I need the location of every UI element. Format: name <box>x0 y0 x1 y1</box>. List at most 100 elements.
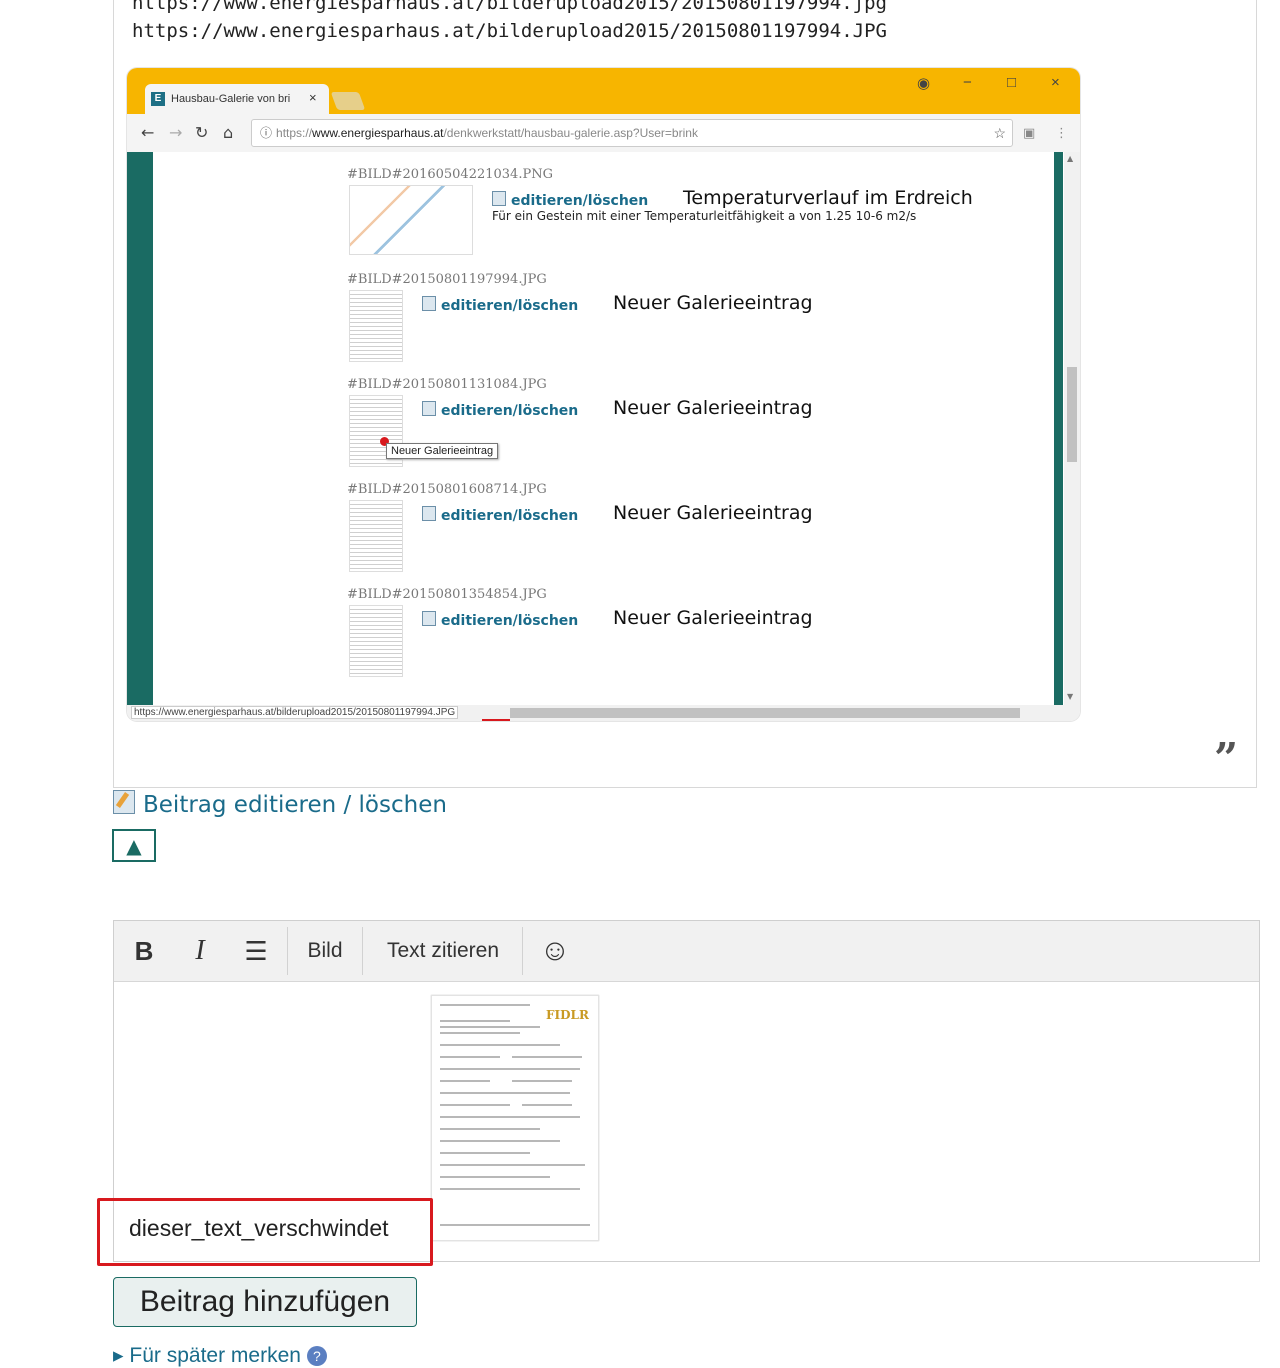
entry-edit-label: editieren/löschen <box>511 193 649 209</box>
entry-edit-link: editieren/löschen <box>422 611 578 629</box>
entry-thumbnail <box>349 500 403 572</box>
pen-icon <box>422 296 436 311</box>
quote-mark-icon: ” <box>1214 734 1239 783</box>
entry-edit-label: editieren/löschen <box>441 403 579 419</box>
doc-line <box>522 1104 572 1106</box>
gallery-entry: #BILD#20150801354854.JPG editieren/lösch… <box>347 587 1047 692</box>
help-icon[interactable]: ? <box>306 1346 327 1366</box>
window-close-icon: × <box>1051 74 1060 91</box>
embedded-screenshot: E Hausbau-Galerie von bri × ◉ − □ × ← → … <box>127 68 1080 721</box>
pen-icon <box>492 191 506 206</box>
entry-edit-label: editieren/löschen <box>441 613 579 629</box>
doc-line <box>440 1026 540 1028</box>
entry-edit-link: editieren/löschen <box>492 191 648 209</box>
doc-line <box>440 1020 510 1022</box>
doc-line <box>440 1140 560 1142</box>
tab-title: Hausbau-Galerie von bri <box>171 93 291 105</box>
bold-button[interactable]: B <box>128 921 160 981</box>
doc-line <box>440 1004 530 1006</box>
status-bar: https://www.energiesparhaus.at/bilderupl… <box>127 705 1080 721</box>
url-host: www.energiesparhaus.at <box>312 126 444 140</box>
toolbar-separator <box>287 927 288 975</box>
doc-line <box>440 1056 500 1058</box>
pen-icon <box>422 611 436 626</box>
entry-edit-link: editieren/löschen <box>422 296 578 314</box>
entry-edit-label: editieren/löschen <box>441 298 579 314</box>
entry-thumbnail <box>349 185 473 255</box>
inserted-document-image: FIDLR <box>431 995 599 1241</box>
doc-line <box>440 1092 570 1094</box>
entry-caption: Neuer Galerieeintrag <box>613 397 813 419</box>
image-url-uppercase: https://www.energiesparhaus.at/bilderupl… <box>132 20 887 42</box>
doc-line <box>440 1152 530 1154</box>
entry-thumbnail <box>349 605 403 677</box>
doc-line <box>440 1128 540 1130</box>
page-content: ▲ ▼ #BILD#20160504221034.PNG editieren/l… <box>127 152 1080 705</box>
italic-button[interactable]: I <box>184 921 216 981</box>
doc-line <box>440 1188 580 1190</box>
minimize-icon: − <box>963 74 972 91</box>
doc-line <box>440 1044 560 1046</box>
image-url-lowercase: https://www.energiesparhaus.at/bilderupl… <box>132 0 887 14</box>
entry-caption: Neuer Galerieeintrag <box>613 607 813 629</box>
reload-icon: ↻ <box>195 123 209 142</box>
image-button[interactable]: Bild <box>294 921 356 981</box>
new-tab-icon <box>330 92 366 110</box>
list-button[interactable]: ☰ <box>238 921 274 981</box>
menu-dots-icon: ⋮ <box>1055 126 1068 141</box>
tab-close-icon: × <box>309 90 317 105</box>
vertical-scrollbar: ▲ ▼ <box>1064 152 1080 705</box>
info-icon: ⓘ <box>260 126 273 140</box>
toolbar-separator <box>522 927 523 975</box>
emoji-button[interactable]: ☺ <box>534 921 576 981</box>
right-sidebar-bar <box>1054 152 1063 705</box>
status-url: https://www.energiesparhaus.at/bilderupl… <box>131 706 459 719</box>
doc-line <box>440 1080 490 1082</box>
site-favicon-icon: E <box>151 92 165 106</box>
profile-icon: ◉ <box>917 75 931 92</box>
entry-caption: Temperaturverlauf im Erdreich <box>683 187 973 209</box>
bookmark-label: Für später merken <box>129 1344 301 1367</box>
add-post-button[interactable]: Beitrag hinzufügen <box>113 1277 417 1327</box>
pen-icon <box>422 506 436 521</box>
url-scheme: https:// <box>276 126 313 140</box>
entry-edit-label: editieren/löschen <box>441 508 579 524</box>
bookmark-link[interactable]: ▸ Für später merken? <box>113 1343 327 1368</box>
entry-image-id: #BILD#20160504221034.PNG <box>347 167 553 182</box>
gallery-entry: #BILD#20150801131084.JPG editieren/lösch… <box>347 377 1047 482</box>
extension-highlight <box>482 719 510 721</box>
address-bar: ← → ↻ ⌂ ⓘ https://www.energiesparhaus.at/… <box>127 114 1080 153</box>
doc-line <box>512 1080 572 1082</box>
entry-image-id: #BILD#20150801354854.JPG <box>347 587 547 602</box>
edit-pen-icon <box>113 790 135 814</box>
browser-tab: E Hausbau-Galerie von bri × <box>145 84 329 114</box>
doc-line <box>440 1116 580 1118</box>
maximize-icon: □ <box>1007 74 1017 91</box>
pen-icon <box>422 401 436 416</box>
scroll-down-icon: ▼ <box>1067 692 1074 701</box>
scroll-top-button[interactable]: ▲ <box>112 829 156 862</box>
forward-icon: → <box>169 123 183 142</box>
hover-tooltip: Neuer Galerieeintrag <box>386 443 499 459</box>
doc-line <box>440 1164 585 1166</box>
doc-line <box>440 1224 590 1226</box>
browser-titlebar: E Hausbau-Galerie von bri × ◉ − □ × <box>127 68 1080 114</box>
edit-post-link[interactable]: Beitrag editieren / löschen <box>113 790 447 818</box>
scroll-up-icon: ▲ <box>1067 154 1074 163</box>
entry-image-id: #BILD#20150801197994.JPG <box>347 272 547 287</box>
doc-line <box>440 1176 550 1178</box>
bookmark-star-icon: ☆ <box>993 125 1006 141</box>
back-icon: ← <box>141 123 155 142</box>
entry-caption: Neuer Galerieeintrag <box>613 502 813 524</box>
extension-icon: ▣ <box>1023 126 1036 141</box>
editor-toolbar: B I ☰ Bild Text zitieren ☺ <box>114 921 1259 982</box>
gallery-entry: #BILD#20160504221034.PNG editieren/lösch… <box>347 167 1047 272</box>
edit-post-label: Beitrag editieren / löschen <box>143 792 447 818</box>
entry-image-id: #BILD#20150801608714.JPG <box>347 482 547 497</box>
entry-caption: Neuer Galerieeintrag <box>613 292 813 314</box>
quote-text-button[interactable]: Text zitieren <box>372 921 514 981</box>
entry-edit-link: editieren/löschen <box>422 401 578 419</box>
home-icon: ⌂ <box>223 123 234 142</box>
doc-line <box>440 1032 520 1034</box>
gallery-entry: #BILD#20150801608714.JPG editieren/lösch… <box>347 482 1047 587</box>
